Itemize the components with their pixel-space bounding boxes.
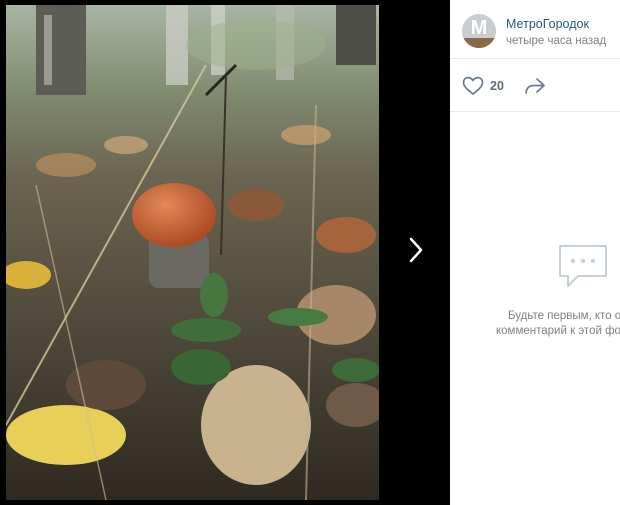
mushroom-photo-illustration [6,5,379,500]
avatar-city-strip [462,38,496,48]
next-photo-button[interactable] [398,232,434,268]
post-time-link[interactable]: четыре часа назад [506,35,606,47]
like-button[interactable]: 20 [462,75,504,97]
likes-count: 20 [490,79,504,93]
chevron-right-icon [409,237,423,263]
post-author-header: M МетроГородок четыре часа назад [450,0,620,59]
heart-icon [462,76,484,96]
comment-bubble-icon [556,242,610,292]
empty-comments-text-line2: комментарий к этой фо [496,325,620,337]
post-actions-bar: 20 [450,59,620,112]
post-side-panel: M МетроГородок четыре часа назад 20 Будь… [450,0,620,505]
avatar-letter: M [470,17,488,39]
empty-comments-text-line1: Будьте первым, кто о [508,310,620,322]
author-name-link[interactable]: МетроГородок [506,17,589,31]
photo-viewer [0,0,450,505]
post-photo[interactable] [6,5,379,500]
share-button[interactable] [524,75,548,97]
avatar[interactable]: M [462,14,496,48]
share-arrow-icon [525,78,545,94]
